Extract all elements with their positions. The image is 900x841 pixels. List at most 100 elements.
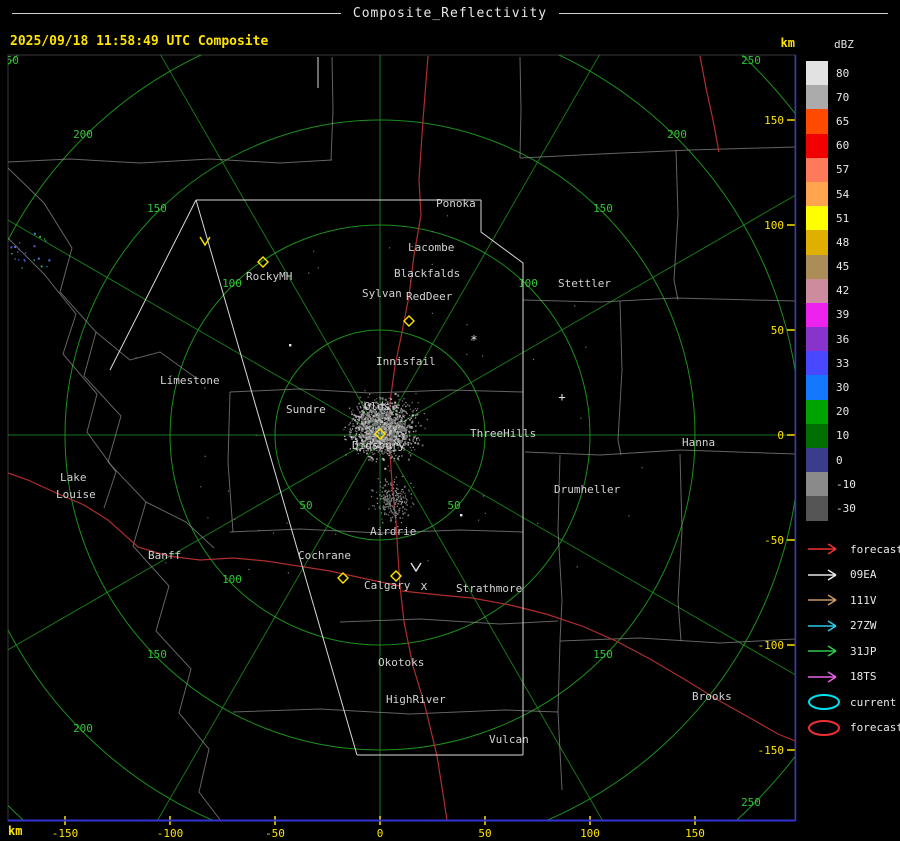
- colorbar-value: 65: [836, 115, 849, 128]
- colorbar-swatch: [806, 206, 828, 230]
- legend-label: forecast: [850, 721, 900, 734]
- range-label: 100: [222, 573, 242, 586]
- city-label: Didsbury: [352, 439, 405, 452]
- point-marker-icon: [289, 344, 291, 346]
- colorbar-entry: 39: [806, 303, 900, 327]
- range-label: 150: [593, 648, 613, 661]
- colorbar-entry: 30: [806, 375, 900, 399]
- colorbar-swatch: [806, 134, 828, 158]
- range-label: 50: [447, 499, 460, 512]
- ellipse-icon: [806, 719, 846, 737]
- arrow-icon: [806, 642, 846, 660]
- arrow-icon: [806, 540, 846, 558]
- range-label: 200: [667, 128, 687, 141]
- bottom-axis-label: -150: [52, 827, 79, 840]
- legend-label: 27ZW: [850, 619, 877, 632]
- legend-label: forecast: [850, 543, 900, 556]
- city-label: Airdrie: [370, 525, 416, 538]
- legend-item: 18TS: [806, 664, 900, 690]
- colorbar-value: 10: [836, 429, 849, 442]
- city-label: Banff: [148, 549, 181, 562]
- right-axis-label: -50: [764, 534, 784, 547]
- colorbar-swatch: [806, 279, 828, 303]
- star-marker-icon: *: [470, 333, 477, 347]
- city-label: Okotoks: [378, 656, 424, 669]
- colorbar-swatch: [806, 472, 828, 496]
- colorbar-value: 45: [836, 260, 849, 273]
- right-axis-label: 100: [764, 219, 784, 232]
- legend-label: 09EA: [850, 568, 877, 581]
- colorbar-swatch: [806, 182, 828, 206]
- colorbar-value: 57: [836, 163, 849, 176]
- range-label: 250: [0, 54, 19, 67]
- colorbar-value: -30: [836, 502, 856, 515]
- bottom-axis-label: 0: [377, 827, 384, 840]
- colorbar-entry: 48: [806, 230, 900, 254]
- legend-label: 111V: [850, 594, 877, 607]
- city-label: Vulcan: [489, 733, 529, 746]
- colorbar-swatch: [806, 109, 828, 133]
- range-label: 100: [518, 277, 538, 290]
- colorbar-swatch: [806, 85, 828, 109]
- city-label: ThreeHills: [470, 427, 536, 440]
- colorbar-swatch: [806, 230, 828, 254]
- city-label: Sylvan: [362, 287, 402, 300]
- bottom-axis-label: -100: [157, 827, 184, 840]
- colorbar-swatch: [806, 424, 828, 448]
- colorbar-swatch: [806, 61, 828, 85]
- city-label: Stettler: [558, 277, 611, 290]
- legend-item: 27ZW: [806, 613, 900, 639]
- colorbar-swatch: [806, 375, 828, 399]
- colorbar-swatch: [806, 255, 828, 279]
- colorbar-entry: 10: [806, 424, 900, 448]
- city-label: Drumheller: [554, 483, 621, 496]
- city-label: Limestone: [160, 374, 220, 387]
- colorbar-value: 39: [836, 308, 849, 321]
- bottom-axis-label: 100: [580, 827, 600, 840]
- ellipse-icon: [806, 693, 846, 711]
- city-label: Brooks: [692, 690, 732, 703]
- legend-panel: dBZ 807065605754514845423936333020100-10…: [806, 38, 900, 741]
- colorbar-entry: 80: [806, 61, 900, 85]
- arrow-icon: [806, 591, 846, 609]
- legend-item: 111V: [806, 588, 900, 614]
- colorbar-value: 60: [836, 139, 849, 152]
- colorbar-swatch: [806, 351, 828, 375]
- city-label: Calgary: [364, 579, 411, 592]
- range-label: 150: [147, 202, 167, 215]
- city-label: RedDeer: [406, 290, 453, 303]
- colorbar-entry: 51: [806, 206, 900, 230]
- legend-label: 18TS: [850, 670, 877, 683]
- city-label: Cochrane: [298, 549, 351, 562]
- legend-label: 31JP: [850, 645, 877, 658]
- colorbar-swatch: [806, 496, 828, 520]
- colorbar-entry: 20: [806, 400, 900, 424]
- colorbar-value: 20: [836, 405, 849, 418]
- colorbar-value: 51: [836, 212, 849, 225]
- colorbar-entry: 42: [806, 279, 900, 303]
- colorbar-value: 0: [836, 454, 843, 467]
- colorbar-swatch: [806, 327, 828, 351]
- colorbar-swatch: [806, 158, 828, 182]
- bottom-axis-label: -50: [265, 827, 285, 840]
- legend-item: current: [806, 690, 900, 716]
- point-marker-icon: [460, 514, 462, 516]
- colorbar-entry: 45: [806, 255, 900, 279]
- arrow-icon: [806, 566, 846, 584]
- range-label: 50: [299, 499, 312, 512]
- legend-label: current: [850, 696, 896, 709]
- x-marker-icon: x: [420, 579, 427, 593]
- city-label: Sundre: [286, 403, 326, 416]
- colorbar-value: 30: [836, 381, 849, 394]
- colorbar-value: 70: [836, 91, 849, 104]
- range-label: 100: [222, 277, 242, 290]
- city-label: Innisfail: [376, 355, 436, 368]
- colorbar-value: 42: [836, 284, 849, 297]
- colorbar-value: 54: [836, 188, 849, 201]
- legend-item: forecast: [806, 715, 900, 741]
- range-label: 200: [73, 128, 93, 141]
- city-label: Blackfalds: [394, 267, 460, 280]
- colorbar-value: 33: [836, 357, 849, 370]
- legend-item: 09EA: [806, 562, 900, 588]
- arrow-icon: [806, 668, 846, 686]
